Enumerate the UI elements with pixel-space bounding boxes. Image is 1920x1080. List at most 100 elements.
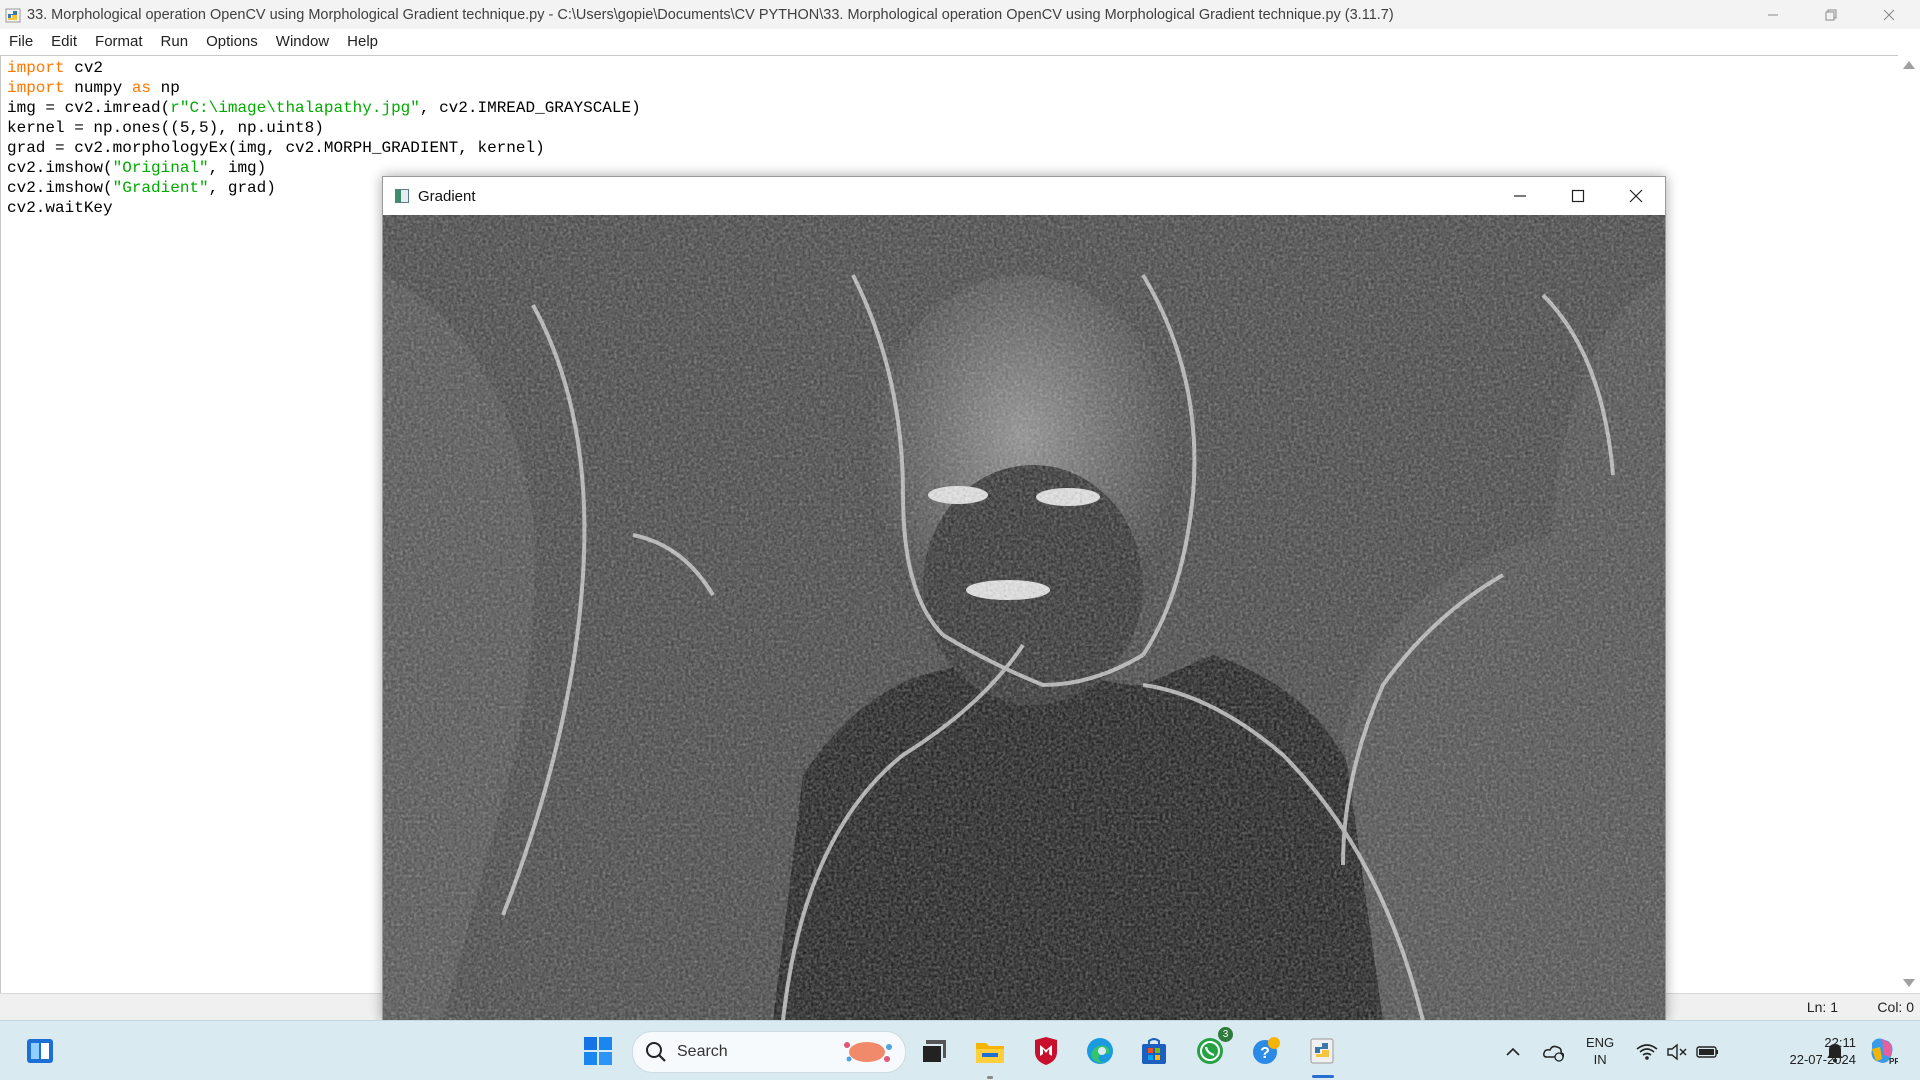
code-line-6: cv2.imshow("Original", img): [7, 159, 266, 177]
bell-icon: [1827, 1044, 1843, 1063]
opencv-window-icon: [395, 189, 409, 203]
python-idle-icon: [5, 8, 21, 22]
minimize-icon: [1768, 14, 1778, 15]
volume-muted-icon: [1667, 1043, 1687, 1061]
gradient-output-image: [383, 215, 1665, 1021]
scroll-up-icon[interactable]: [1903, 61, 1915, 69]
menu-edit[interactable]: Edit: [42, 29, 86, 54]
code-token: img = cv2.imread(: [7, 99, 171, 117]
keyword: import: [7, 79, 65, 97]
code-token: cv2.imshow(: [7, 159, 113, 177]
scroll-down-icon[interactable]: [1903, 979, 1915, 987]
gradient-close-button[interactable]: [1607, 177, 1665, 215]
gradient-window-title-bar[interactable]: Gradient: [383, 177, 1665, 215]
cloud-sync-icon: [1543, 1045, 1564, 1062]
search-label: Search: [677, 1043, 728, 1060]
menu-window[interactable]: Window: [267, 29, 338, 54]
start-button[interactable]: [580, 1033, 616, 1069]
edge-button[interactable]: [1082, 1033, 1118, 1069]
menu-help[interactable]: Help: [338, 29, 387, 54]
code-line-4: kernel = np.ones((5,5), np.uint8): [7, 119, 324, 137]
maximize-icon: [1571, 189, 1585, 203]
battery-tray-button[interactable]: [1696, 1041, 1718, 1063]
code-line-1: import cv2: [7, 59, 103, 77]
python-icon: [1310, 1038, 1334, 1064]
string-literal: "Original": [112, 159, 209, 177]
taskbar: Search 3 ? ENG IN 22:11 22-07-2024 PR: [0, 1020, 1920, 1080]
whatsapp-button[interactable]: 3: [1192, 1027, 1233, 1069]
get-help-icon: ?: [1253, 1037, 1280, 1064]
restore-button[interactable]: [1802, 0, 1860, 29]
code-line-2: import numpy as np: [7, 79, 180, 97]
gradient-image-window[interactable]: Gradient: [382, 176, 1666, 1022]
copilot-icon: PRE: [1871, 1038, 1898, 1066]
string-literal: "Gradient": [112, 179, 209, 197]
task-view-button[interactable]: [916, 1033, 952, 1069]
volume-tray-button[interactable]: [1666, 1041, 1688, 1063]
file-explorer-button[interactable]: [972, 1033, 1008, 1069]
search-icon: [646, 1042, 666, 1062]
code-token: cv2: [64, 59, 104, 77]
code-line-7: cv2.imshow("Gradient", grad): [7, 179, 276, 197]
svg-text:?: ?: [1260, 1045, 1270, 1062]
code-line-8: cv2.waitKey: [7, 199, 113, 217]
code-token: numpy: [64, 79, 132, 97]
notification-badge: 3: [1218, 1027, 1233, 1042]
code-token: cv2.imshow(: [7, 179, 113, 197]
notifications-button[interactable]: [1824, 1041, 1846, 1063]
mcafee-button[interactable]: [1028, 1033, 1064, 1069]
folder-icon: [976, 1043, 1004, 1063]
chevron-up-icon: [1506, 1047, 1520, 1056]
wifi-icon: [1636, 1044, 1658, 1060]
copilot-button[interactable]: PRE: [1866, 1035, 1898, 1067]
gradient-maximize-button[interactable]: [1549, 177, 1607, 215]
help-button[interactable]: ?: [1248, 1033, 1284, 1069]
widgets-button[interactable]: [22, 1033, 58, 1069]
edge-browser-icon: [1087, 1038, 1113, 1064]
show-hidden-icons-button[interactable]: [1502, 1041, 1524, 1063]
window-title: 33. Morphological operation OpenCV using…: [27, 6, 1394, 23]
windows-logo-icon: [584, 1037, 612, 1065]
svg-text:PRE: PRE: [1889, 1057, 1898, 1066]
running-indicator: [987, 1076, 993, 1079]
code-token: np: [151, 79, 180, 97]
microsoft-store-button[interactable]: [1136, 1033, 1172, 1069]
status-line: Ln: 1: [1806, 999, 1838, 1015]
code-token: , cv2.IMREAD_GRAYSCALE): [419, 99, 641, 117]
idle-title-bar: 33. Morphological operation OpenCV using…: [0, 0, 1920, 29]
minimize-icon: [1514, 195, 1526, 197]
region-code: IN: [1593, 1052, 1607, 1067]
code-token: , grad): [208, 179, 276, 197]
keyword: import: [7, 59, 65, 77]
menu-bar: File Edit Format Run Options Window Help: [0, 29, 1920, 54]
active-app-indicator: [1312, 1075, 1334, 1078]
minimize-button[interactable]: [1744, 0, 1802, 29]
menu-format[interactable]: Format: [86, 29, 152, 54]
vertical-scrollbar[interactable]: [1898, 55, 1920, 993]
code-line-3: img = cv2.imread(r"C:\image\thalapathy.j…: [7, 99, 641, 117]
widgets-icon: [27, 1039, 53, 1063]
gradient-minimize-button[interactable]: [1491, 177, 1549, 215]
wifi-tray-button[interactable]: [1636, 1041, 1658, 1063]
store-icon: [1142, 1038, 1166, 1064]
restore-icon: [1825, 9, 1837, 20]
status-column: Col: 0: [1877, 999, 1914, 1015]
menu-run[interactable]: Run: [152, 29, 198, 54]
keyword: as: [131, 79, 152, 97]
input-language-indicator[interactable]: ENG IN: [1586, 1034, 1614, 1068]
python-idle-taskbar-button[interactable]: [1304, 1033, 1340, 1069]
task-view-icon: [921, 1040, 946, 1064]
menu-file[interactable]: File: [0, 29, 42, 54]
close-icon: [1883, 9, 1895, 20]
language-code: ENG: [1586, 1035, 1615, 1050]
string-literal: r"C:\image\thalapathy.jpg": [170, 99, 420, 117]
menu-options[interactable]: Options: [197, 29, 267, 54]
gradient-window-title: Gradient: [418, 187, 476, 205]
code-line-5: grad = cv2.morphologyEx(img, cv2.MORPH_G…: [7, 139, 545, 157]
mcafee-shield-icon: [1035, 1037, 1057, 1065]
battery-icon: [1696, 1046, 1718, 1058]
search-box[interactable]: Search: [632, 1031, 906, 1073]
onedrive-tray-button[interactable]: [1542, 1041, 1564, 1063]
close-button[interactable]: [1860, 0, 1918, 29]
code-token: , img): [208, 159, 267, 177]
